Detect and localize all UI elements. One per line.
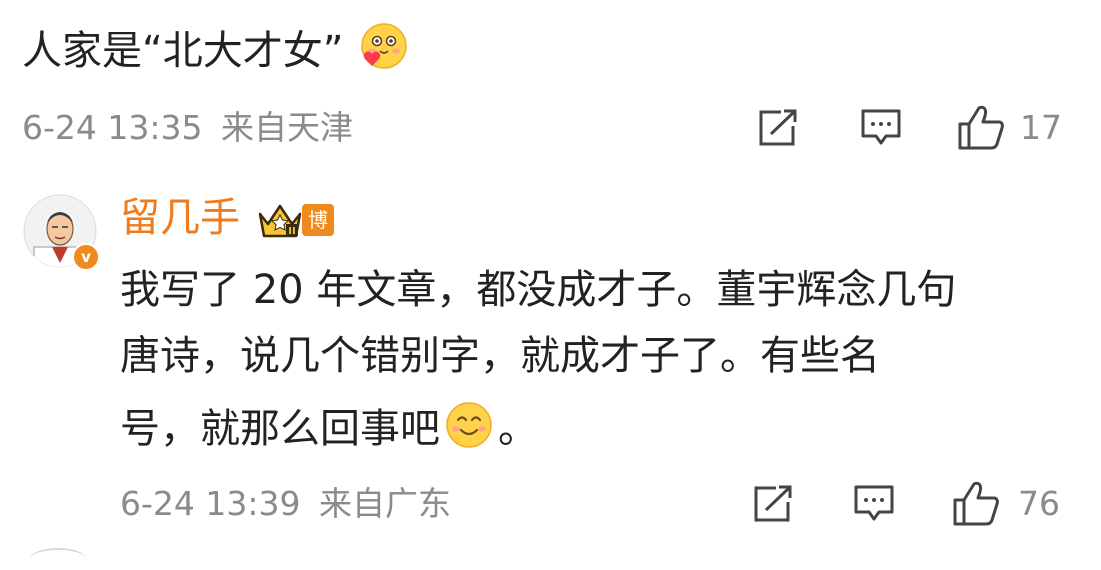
role-badge: 博主	[302, 204, 334, 266]
reply-text: 我写了 20 年文章，都没成才子。董宇辉念几句 唐诗，说几个错别字，就成才子了。…	[120, 267, 957, 451]
reply-text-line: 号，就那么回事吧	[120, 406, 440, 452]
username[interactable]: 留几手	[120, 196, 240, 240]
avatar[interactable]: v	[22, 193, 100, 271]
verified-badge-label: v	[81, 248, 91, 266]
comment-date: 6-24 13:39	[120, 484, 301, 523]
smile-emoji-icon	[444, 400, 494, 459]
share-icon	[754, 485, 792, 522]
verified-badge: v	[72, 243, 100, 271]
like-count: 76	[1018, 484, 1060, 523]
next-comment-avatar-edge	[30, 548, 86, 570]
thumbs-up-icon	[958, 105, 1004, 150]
reply-text-line: 唐诗，说几个错别字，就成才子了。有些名	[120, 333, 880, 379]
like-button[interactable]: 17	[957, 104, 1067, 150]
svg-text:II: II	[288, 226, 295, 237]
comment-date: 6-24 13:35	[22, 108, 203, 147]
parent-comment-content: 人家是“北大才女”	[22, 28, 344, 74]
comment-icon	[854, 485, 894, 521]
comment-icon	[861, 109, 901, 145]
share-button[interactable]	[752, 484, 794, 524]
share-icon	[759, 109, 797, 146]
cute-blush-emoji-icon	[356, 22, 408, 81]
reply-text-end: 。	[498, 406, 538, 452]
role-badge-label: 博主	[308, 208, 328, 266]
crown-level-icon: II	[256, 200, 304, 244]
like-count: 17	[1020, 108, 1062, 147]
reply-meta: 6-24 13:39 来自广东	[120, 486, 451, 522]
like-button[interactable]: 76	[952, 480, 1064, 526]
comment-button[interactable]	[853, 484, 895, 524]
thumbs-up-icon	[953, 481, 999, 526]
comment-location: 来自广东	[319, 484, 451, 523]
share-button[interactable]	[757, 108, 799, 148]
parent-comment-meta: 6-24 13:35 来自天津	[22, 110, 353, 146]
parent-comment-text: 人家是“北大才女”	[22, 22, 408, 81]
comment-button[interactable]	[860, 108, 902, 148]
comment-location: 来自天津	[221, 108, 353, 147]
reply-text-last-line: 号，就那么回事吧 。	[120, 400, 956, 451]
reply-text-line: 我写了 20 年文章，都没成才子。董宇辉念几句	[120, 267, 957, 313]
